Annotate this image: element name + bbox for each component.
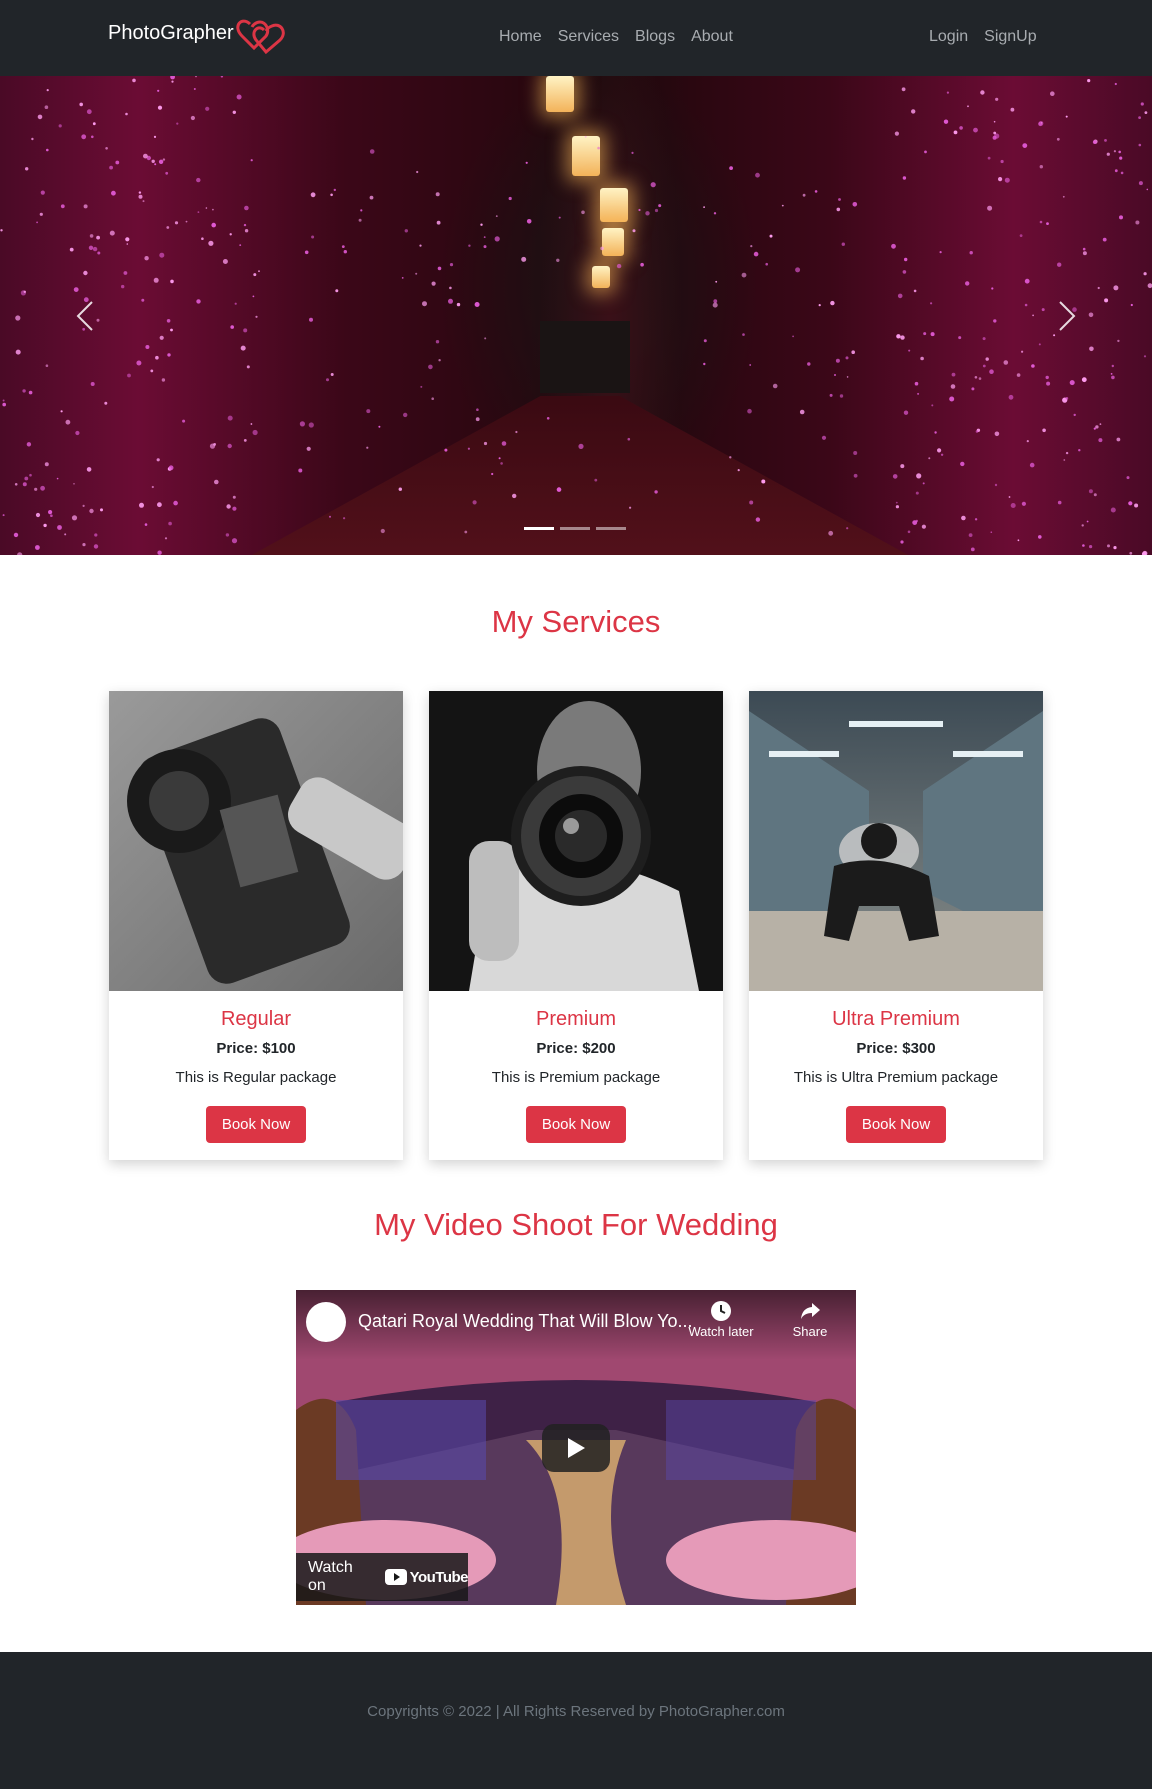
- carousel-indicator-2[interactable]: [560, 527, 590, 530]
- share-label: Share: [792, 1324, 828, 1339]
- chevron-right-icon[interactable]: [1046, 296, 1086, 336]
- card-price: Price: $100: [216, 1040, 296, 1057]
- play-button[interactable]: [542, 1424, 610, 1472]
- card-price: Price: $200: [536, 1040, 616, 1057]
- service-card-ultra-premium: Ultra Premium Price: $300 This is Ultra …: [749, 691, 1043, 1160]
- card-description: This is Ultra Premium package: [793, 1069, 999, 1086]
- play-icon: [568, 1438, 585, 1458]
- card-title: Ultra Premium: [832, 1008, 960, 1030]
- signup-link[interactable]: SignUp: [984, 28, 1036, 46]
- watch-later-label: Watch later: [688, 1324, 754, 1339]
- footer-copyright: Copyrights © 2022 | All Rights Reserved …: [367, 1703, 785, 1720]
- book-now-button-regular[interactable]: Book Now: [206, 1106, 306, 1143]
- navbar: PhotoGrapher Home Services Blogs About L…: [0, 0, 1152, 76]
- carousel-indicator-1[interactable]: [524, 527, 554, 530]
- youtube-logo: YouTube: [384, 1568, 469, 1586]
- card-title: Premium: [535, 1008, 616, 1030]
- card-description: This is Regular package: [175, 1069, 337, 1086]
- carousel-indicators: [524, 527, 626, 530]
- double-heart-icon: [236, 19, 285, 55]
- login-link[interactable]: Login: [929, 28, 968, 46]
- youtube-embed[interactable]: Qatari Royal Wedding That Will Blow Yo..…: [296, 1290, 856, 1605]
- service-card-regular: Regular Price: $100 This is Regular pack…: [109, 691, 403, 1160]
- camera-bw-image: [109, 691, 403, 991]
- card-title: Regular: [220, 1008, 292, 1030]
- services-title: My Services: [491, 604, 661, 639]
- hero-carousel: [0, 76, 1152, 555]
- video-section-title: My Video Shoot For Wedding: [374, 1207, 778, 1242]
- share-button[interactable]: Share: [780, 1300, 840, 1339]
- chevron-left-icon[interactable]: [66, 296, 106, 336]
- nav-link-home[interactable]: Home: [499, 28, 542, 46]
- carousel-indicator-3[interactable]: [596, 527, 626, 530]
- fairy-lights-image: [0, 76, 1152, 555]
- nav-links: Home Services Blogs About: [499, 28, 733, 46]
- nav-link-services[interactable]: Services: [558, 28, 619, 46]
- auth-links: Login SignUp: [929, 28, 1037, 46]
- brand-link[interactable]: PhotoGrapher: [108, 19, 285, 55]
- book-now-button-ultra-premium[interactable]: Book Now: [846, 1106, 946, 1143]
- clock-icon: [711, 1301, 731, 1321]
- book-now-button-premium[interactable]: Book Now: [526, 1106, 626, 1143]
- watch-on-youtube-button[interactable]: Watch on YouTube: [296, 1553, 469, 1601]
- youtube-icon: [384, 1569, 407, 1585]
- photographer-lens-image: [429, 691, 723, 991]
- share-arrow-icon: [801, 1303, 820, 1319]
- brand-name: PhotoGrapher: [108, 22, 234, 44]
- nav-link-blogs[interactable]: Blogs: [635, 28, 675, 46]
- watch-later-button[interactable]: Watch later: [686, 1300, 756, 1339]
- channel-avatar[interactable]: [306, 1302, 346, 1342]
- subway-photographer-image: [749, 691, 1043, 991]
- watch-on-label: Watch on: [308, 1559, 353, 1594]
- card-price: Price: $300: [856, 1040, 936, 1057]
- nav-link-about[interactable]: About: [691, 28, 733, 46]
- service-card-premium: Premium Price: $200 This is Premium pack…: [429, 691, 723, 1160]
- video-title[interactable]: Qatari Royal Wedding That Will Blow Yo..…: [358, 1311, 693, 1332]
- footer: Copyrights © 2022 | All Rights Reserved …: [0, 1652, 1152, 1789]
- youtube-wordmark: YouTube: [409, 1568, 469, 1586]
- card-description: This is Premium package: [491, 1069, 661, 1086]
